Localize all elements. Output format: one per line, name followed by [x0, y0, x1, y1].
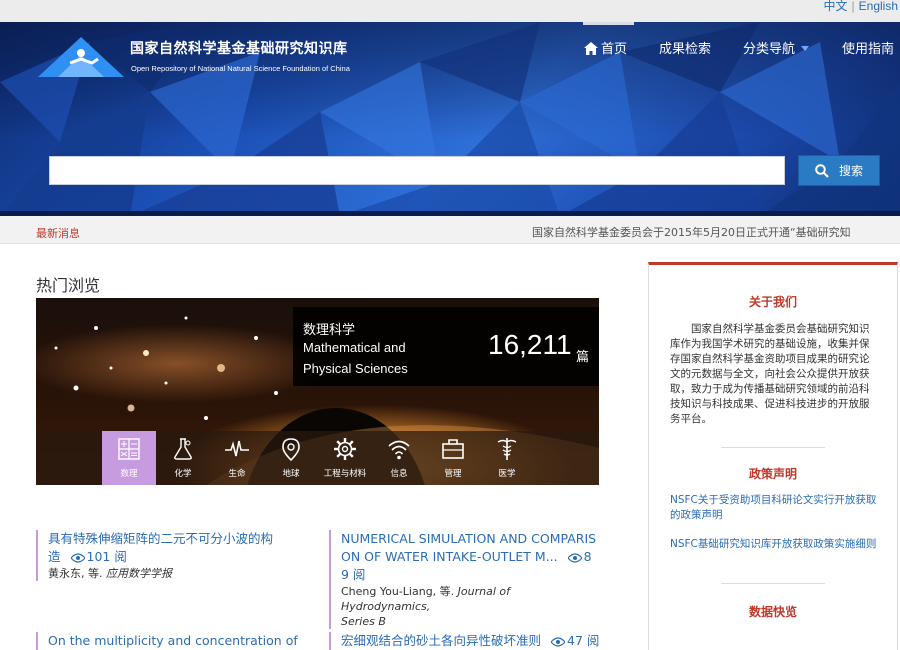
article-item: NUMERICAL SIMULATION AND COMPARIS ON OF … [329, 530, 601, 629]
banner-category-en-line2: Physical Sciences [303, 361, 408, 376]
category-tabs: 数理 化学 生命 地球 工程与材料 信息 管理 医学 [36, 431, 599, 485]
category-tab-math[interactable]: 数理 [102, 431, 156, 485]
nav-guide[interactable]: 使用指南 [842, 38, 894, 57]
news-ticker-text[interactable]: 国家自然科学基金委员会于2015年5月20日正式开通“基础研究知 [532, 224, 851, 240]
article-journal: 应用数学学报 [106, 567, 172, 580]
nav-search[interactable]: 成果检索 [659, 38, 711, 57]
banner-category-cn: 数理科学 [303, 323, 356, 338]
policy-link[interactable]: NSFC关于受资助项目科研论文实行开放获取的政策声明 [670, 493, 878, 523]
article-meta: Cheng You-Liang, 等. Journal of Hydrodyna… [341, 584, 601, 629]
eye-icon [70, 553, 85, 563]
news-label: 最新消息 [36, 227, 80, 240]
article-item: On the multiplicity and concentration of… [36, 632, 306, 650]
sidebar-divider [721, 447, 825, 448]
about-title: 关于我们 [748, 295, 797, 309]
data-overview-title: 数据快览 [748, 605, 797, 619]
nav-home[interactable]: 首页 [584, 38, 627, 57]
category-tab-label: 地球 [282, 469, 300, 479]
chemistry-icon [174, 438, 192, 460]
briefcase-icon [442, 439, 464, 459]
pulse-icon [225, 440, 249, 457]
article-views: 9 阅 [341, 567, 366, 582]
search-icon [815, 163, 829, 178]
article-item: 具有特殊伸缩矩阵的二元不可分小波的构 造 101 阅 黄永东, 等. 应用数学学… [36, 530, 298, 581]
gear-icon [334, 438, 356, 460]
nav-categories-label: 分类导航 [743, 42, 796, 57]
eye-icon [551, 637, 565, 647]
article-views: 47 阅 [567, 633, 600, 648]
article-authors: Cheng You-Liang, 等. [341, 585, 455, 598]
category-tab-label: 医学 [498, 469, 516, 479]
article-authors: 黄永东, 等. [48, 567, 103, 580]
search-button-label: 搜索 [838, 164, 863, 178]
wifi-icon [388, 440, 410, 460]
category-tab-label: 工程与材料 [323, 469, 367, 479]
category-tab-chemistry[interactable]: 化学 [156, 431, 210, 485]
article-title-link[interactable]: 宏细观结合的砂土各向异性破坏准则 47 阅 [341, 632, 601, 650]
article-title-link[interactable]: 具有特殊伸缩矩阵的二元不可分小波的构 造 101 阅 [48, 530, 298, 566]
eye-icon [567, 553, 582, 563]
search-button[interactable]: 搜索 [798, 155, 880, 186]
category-tab-label: 信息 [390, 469, 408, 479]
article-views: 101 阅 [86, 549, 127, 564]
news-ticker: 最新消息 国家自然科学基金委员会于2015年5月20日正式开通“基础研究知 [0, 216, 900, 244]
article-title-line: NUMERICAL SIMULATION AND COMPARIS [341, 531, 597, 546]
article-item: 宏细观结合的砂土各向异性破坏准则 47 阅 [329, 632, 601, 650]
category-tab-label: 数理 [120, 469, 138, 479]
category-banner[interactable]: 数理科学 Mathematical and Physical Sciences … [36, 298, 599, 485]
article-title-line: 造 [48, 549, 61, 564]
policy-link[interactable]: NSFC基础研究知识库开放获取政策实施细则 [670, 537, 878, 552]
category-tab-medicine[interactable]: 医学 [480, 431, 534, 485]
lang-en-link[interactable]: English [859, 0, 898, 13]
banner-info-box: 数理科学 Mathematical and Physical Sciences … [293, 307, 599, 386]
caduceus-icon [497, 438, 517, 460]
article-title-link[interactable]: NUMERICAL SIMULATION AND COMPARIS ON OF … [341, 530, 601, 584]
banner-category-en-line1: Mathematical and [303, 340, 406, 355]
nav-categories[interactable]: 分类导航 [743, 38, 810, 57]
site-title: 国家自然科学基金基础研究知识库 [130, 41, 348, 57]
lang-zh-link[interactable]: 中文 [824, 0, 848, 13]
sidebar-divider [721, 583, 825, 584]
site-subtitle: Open Repository of National Natural Scie… [131, 64, 350, 73]
nav-home-label: 首页 [601, 42, 628, 57]
hero-header: 国家自然科学基金基础研究知识库 Open Repository of Natio… [0, 22, 900, 216]
banner-count-unit: 篇 [576, 350, 590, 365]
article-title-line: 具有特殊伸缩矩阵的二元不可分小波的构 [48, 531, 274, 546]
category-tab-label: 化学 [174, 469, 192, 479]
category-tab-engineering[interactable]: 工程与材料 [318, 431, 372, 485]
category-tab-earth[interactable]: 地球 [264, 431, 318, 485]
banner-paper-count: 16,211 [488, 329, 572, 360]
category-tab-information[interactable]: 信息 [372, 431, 426, 485]
language-switcher: 中文 | English [824, 0, 899, 12]
home-icon [584, 42, 598, 55]
category-tab-label: 生命 [228, 469, 246, 479]
about-text: 国家自然科学基金委员会基础研究知识库作为我国学术研究的基础设施，收集并保存国家自… [670, 323, 870, 425]
top-strip: 中文 | English [0, 0, 900, 22]
location-pin-icon [282, 438, 300, 461]
search-input[interactable] [49, 156, 785, 185]
math-icon [118, 438, 140, 460]
policy-title: 政策声明 [748, 467, 797, 481]
article-title-line: 宏细观结合的砂土各向异性破坏准则 [341, 633, 542, 648]
chevron-down-icon [801, 46, 810, 51]
article-title-line: ON OF WATER INTAKE-OUTLET M... [341, 549, 558, 564]
category-tab-management[interactable]: 管理 [426, 431, 480, 485]
category-tab-life[interactable]: 生命 [210, 431, 264, 485]
article-meta: 黄永东, 等. 应用数学学报 [48, 566, 298, 581]
hot-section-title: 热门浏览 [36, 276, 101, 295]
category-tab-label: 管理 [444, 469, 462, 479]
article-title-link[interactable]: On the multiplicity and concentration of… [48, 632, 306, 650]
article-journal: Series B [341, 615, 386, 628]
article-views: 8 [583, 549, 592, 564]
lang-separator: | [851, 0, 855, 13]
site-logo-icon[interactable] [38, 37, 124, 77]
nav-active-indicator [583, 22, 634, 25]
sidebar-panel: 关于我们 国家自然科学基金委员会基础研究知识库作为我国学术研究的基础设施，收集并… [648, 262, 898, 650]
